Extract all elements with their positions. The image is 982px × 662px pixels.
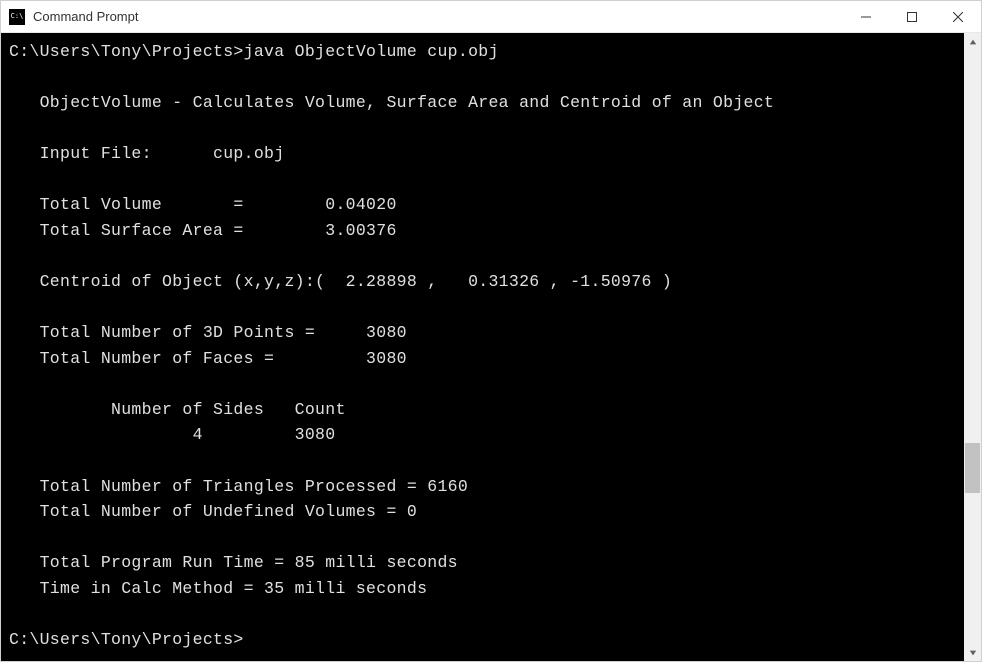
cmd-icon [9, 9, 25, 25]
scroll-up-button[interactable] [964, 33, 981, 50]
console-output[interactable]: C:\Users\Tony\Projects>java ObjectVolume… [1, 33, 964, 661]
window-controls [843, 1, 981, 32]
scrollbar-thumb[interactable] [965, 443, 980, 493]
output-line: Total Surface Area = 3.00376 [9, 221, 397, 240]
output-line: Total Program Run Time = 85 milli second… [9, 553, 458, 572]
output-line: ObjectVolume - Calculates Volume, Surfac… [9, 93, 774, 112]
output-line: Total Number of Undefined Volumes = 0 [9, 502, 417, 521]
output-line: Number of Sides Count [9, 400, 346, 419]
window-title: Command Prompt [33, 9, 843, 24]
prompt-line: C:\Users\Tony\Projects>java ObjectVolume… [9, 42, 499, 61]
minimize-button[interactable] [843, 1, 889, 32]
output-line: Input File: cup.obj [9, 144, 284, 163]
command-prompt-window: Command Prompt C:\Users\Tony\Projects>ja… [0, 0, 982, 662]
prompt-line: C:\Users\Tony\Projects> [9, 630, 244, 649]
output-line: Total Number of Triangles Processed = 61… [9, 477, 468, 496]
scroll-down-button[interactable] [964, 644, 981, 661]
output-line: Centroid of Object (x,y,z):( 2.28898 , 0… [9, 272, 672, 291]
output-line: Total Number of 3D Points = 3080 [9, 323, 407, 342]
vertical-scrollbar[interactable] [964, 33, 981, 661]
output-line: Time in Calc Method = 35 milli seconds [9, 579, 427, 598]
output-line: Total Volume = 0.04020 [9, 195, 397, 214]
titlebar: Command Prompt [1, 1, 981, 33]
output-line: 4 3080 [9, 425, 335, 444]
console-area: C:\Users\Tony\Projects>java ObjectVolume… [1, 33, 981, 661]
close-button[interactable] [935, 1, 981, 32]
maximize-button[interactable] [889, 1, 935, 32]
output-line: Total Number of Faces = 3080 [9, 349, 407, 368]
